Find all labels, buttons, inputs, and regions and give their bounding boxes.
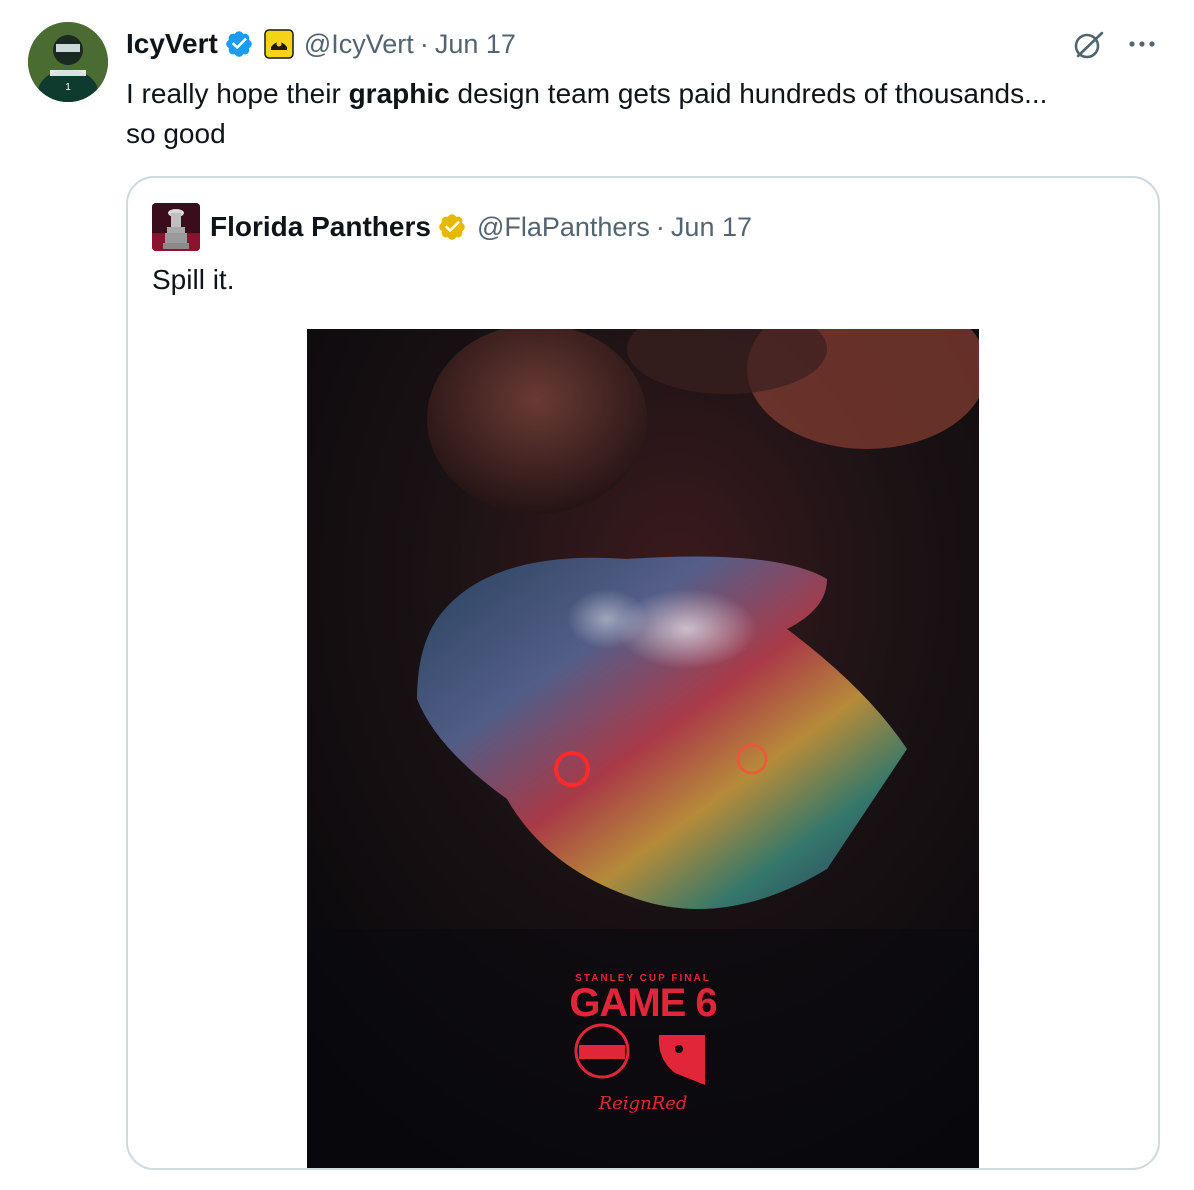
- quote-separator-dot: ·: [655, 211, 665, 242]
- author-handle[interactable]: @IcyVert: [304, 29, 414, 60]
- svg-text:1: 1: [65, 82, 71, 93]
- tweet-text-line2: so good: [126, 118, 226, 149]
- author-avatar[interactable]: 1: [28, 22, 108, 102]
- more-options-icon[interactable]: [1124, 30, 1160, 58]
- separator-dot: ·: [419, 28, 429, 59]
- poster-headline: GAME 6: [569, 981, 717, 1025]
- grok-icon[interactable]: [1072, 28, 1106, 62]
- quote-media-image[interactable]: STANLEY CUP FINAL GAME 6 ReignRed: [307, 329, 979, 1168]
- tweet-text-before: I really hope their: [126, 78, 349, 109]
- tweet-text: I really hope their graphic design team …: [126, 74, 1166, 154]
- quote-header: Florida Panthers @FlaPanthers · Jun 17: [152, 202, 752, 252]
- quote-date[interactable]: Jun 17: [671, 212, 752, 243]
- quote-text: Spill it.: [152, 264, 235, 295]
- tweet-text-after: design team gets paid hundreds of thousa…: [449, 78, 1048, 109]
- gold-verified-badge-icon[interactable]: [437, 212, 467, 242]
- quote-author-name[interactable]: Florida Panthers: [210, 211, 431, 243]
- quote-author-avatar[interactable]: [152, 203, 200, 251]
- tweet-text-line1: I really hope their graphic design team …: [126, 74, 1166, 114]
- tweet-date[interactable]: Jun 17: [435, 29, 516, 60]
- poster-tagline: ReignRed: [598, 1093, 688, 1114]
- quoted-tweet-card[interactable]: Florida Panthers @FlaPanthers · Jun 17 S…: [126, 176, 1160, 1170]
- quote-author-handle[interactable]: @FlaPanthers: [477, 212, 650, 243]
- verified-badge-icon[interactable]: [224, 29, 254, 59]
- tweet-header: IcyVert @IcyVert · Jun 17: [126, 26, 516, 62]
- poster-artwork: [307, 329, 979, 1168]
- affiliate-badge-icon[interactable]: [264, 29, 294, 59]
- author-name[interactable]: IcyVert: [126, 28, 218, 60]
- tweet-text-bold: graphic: [348, 78, 450, 109]
